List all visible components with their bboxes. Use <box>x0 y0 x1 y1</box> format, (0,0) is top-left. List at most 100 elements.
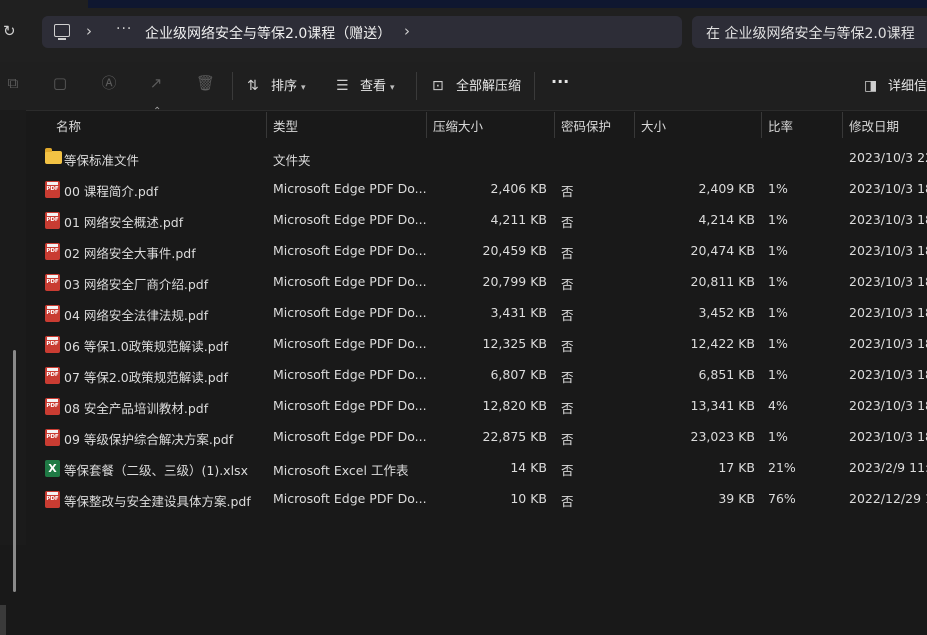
file-row[interactable]: 08 安全产品培训教材.pdf Microsoft Edge PDF Do... 1… <box>26 390 927 421</box>
toolbar-divider <box>534 72 535 100</box>
command-bar: ⧉ ▢ Ⓐ ↗ 🗑 ⇅ 排序 ▾ ☰ 查看 ▾ ⊡ 全部解压缩 ··· ◨ 详细信 <box>0 62 927 111</box>
navigation-scrollbar[interactable] <box>13 350 16 592</box>
column-divider[interactable] <box>634 112 635 138</box>
sort-button[interactable]: ⇅ 排序 ▾ <box>247 75 306 94</box>
share-icon[interactable]: ↗ <box>147 74 165 92</box>
file-name: 04 网络安全法律法规.pdf <box>64 308 209 323</box>
file-ratio: 1% <box>768 212 788 227</box>
view-button[interactable]: ☰ 查看 ▾ <box>336 75 395 94</box>
rename-icon[interactable]: Ⓐ <box>100 74 118 92</box>
column-header-name[interactable]: 名称 <box>56 116 81 135</box>
file-ratio: 1% <box>768 181 788 196</box>
pdf-icon <box>45 212 60 229</box>
column-divider[interactable] <box>761 112 762 138</box>
column-divider[interactable] <box>554 112 555 138</box>
extract-all-label: 全部解压缩 <box>456 79 522 94</box>
details-pane-icon: ◨ <box>864 78 878 94</box>
paste-icon[interactable]: ▢ <box>51 74 69 92</box>
file-row[interactable]: 04 网络安全法律法规.pdf Microsoft Edge PDF Do... 3… <box>26 297 927 328</box>
file-password-protected: 否 <box>561 463 574 478</box>
column-header-password[interactable]: 密码保护 <box>561 116 611 135</box>
file-password-protected: 否 <box>561 432 574 447</box>
file-row[interactable]: 00 课程简介.pdf Microsoft Edge PDF Do... 2,406… <box>26 173 927 204</box>
file-compressed-size: 14 KB <box>510 460 547 475</box>
file-row[interactable]: 等保套餐（二级、三级）(1).xlsx Microsoft Excel 工作表 14… <box>26 452 927 483</box>
extract-all-button[interactable]: ⊡ 全部解压缩 <box>432 75 521 94</box>
file-row[interactable]: 等保标准文件 文件夹 2023/10/3 22 <box>26 142 927 173</box>
chevron-right-icon[interactable]: › <box>86 22 92 40</box>
pdf-icon <box>45 305 60 322</box>
file-ratio: 1% <box>768 274 788 289</box>
file-name: 08 安全产品培训教材.pdf <box>64 401 209 416</box>
column-header-modified[interactable]: 修改日期 <box>849 116 899 135</box>
file-modified-date: 2023/10/3 18 <box>849 367 927 382</box>
file-password-protected: 否 <box>561 370 574 385</box>
file-ratio: 1% <box>768 243 788 258</box>
file-modified-date: 2023/2/9 11:0 <box>849 460 927 475</box>
column-header-size[interactable]: 大小 <box>641 116 666 135</box>
file-size: 17 KB <box>718 460 755 475</box>
delete-icon[interactable]: 🗑 <box>196 74 215 92</box>
file-row[interactable]: 等保整改与安全建设具体方案.pdf Microsoft Edge PDF Do..… <box>26 483 927 514</box>
file-modified-date: 2022/12/29 1 <box>849 491 927 506</box>
details-pane-button[interactable]: ◨ 详细信 <box>864 75 927 94</box>
extract-icon: ⊡ <box>432 78 444 94</box>
this-pc-icon[interactable] <box>54 24 70 40</box>
refresh-icon[interactable]: ↻ <box>3 22 16 40</box>
file-row[interactable]: 02 网络安全大事件.pdf Microsoft Edge PDF Do... 20… <box>26 235 927 266</box>
file-ratio: 1% <box>768 429 788 444</box>
file-password-protected: 否 <box>561 401 574 416</box>
file-row[interactable]: 07 等保2.0政策规范解读.pdf Microsoft Edge PDF Do.… <box>26 359 927 390</box>
search-box[interactable]: 在 企业级网络安全与等保2.0课程 <box>692 16 927 48</box>
toolbar-divider <box>232 72 233 100</box>
file-ratio: 1% <box>768 305 788 320</box>
column-divider[interactable] <box>842 112 843 138</box>
file-ratio: 1% <box>768 336 788 351</box>
file-modified-date: 2023/10/3 18 <box>849 305 927 320</box>
file-modified-date: 2023/10/3 18 <box>849 243 927 258</box>
file-type: Microsoft Edge PDF Do... <box>273 181 427 196</box>
file-compressed-size: 20,459 KB <box>482 243 547 258</box>
file-size: 12,422 KB <box>690 336 755 351</box>
file-name: 01 网络安全概述.pdf <box>64 215 184 230</box>
breadcrumb-current-folder[interactable]: 企业级网络安全与等保2.0课程（赠送） <box>145 23 391 43</box>
file-type: Microsoft Excel 工作表 <box>273 463 409 478</box>
pdf-icon <box>45 367 60 384</box>
breadcrumb-overflow-button[interactable]: ··· <box>116 21 132 37</box>
file-type: 文件夹 <box>273 153 311 168</box>
file-name: 00 课程简介.pdf <box>64 184 159 199</box>
navigation-selected-item[interactable] <box>0 605 6 635</box>
file-modified-date: 2023/10/3 18 <box>849 212 927 227</box>
file-ratio: 76% <box>768 491 796 506</box>
file-compressed-size: 12,325 KB <box>482 336 547 351</box>
file-password-protected: 否 <box>561 308 574 323</box>
navigation-pane[interactable] <box>0 110 26 635</box>
column-header-ratio[interactable]: 比率 <box>768 116 793 135</box>
search-input[interactable]: 在 企业级网络安全与等保2.0课程 <box>706 23 915 43</box>
copy-path-icon[interactable]: ⧉ <box>4 74 22 92</box>
file-row[interactable]: 09 等级保护综合解决方案.pdf Microsoft Edge PDF Do..… <box>26 421 927 452</box>
address-bar[interactable]: › ··· 企业级网络安全与等保2.0课程（赠送） › <box>42 16 682 48</box>
file-row[interactable]: 06 等保1.0政策规范解读.pdf Microsoft Edge PDF Do.… <box>26 328 927 359</box>
file-compressed-size: 3,431 KB <box>490 305 547 320</box>
file-row[interactable]: 03 网络安全厂商介绍.pdf Microsoft Edge PDF Do... 2… <box>26 266 927 297</box>
file-type: Microsoft Edge PDF Do... <box>273 274 427 289</box>
file-type: Microsoft Edge PDF Do... <box>273 243 427 258</box>
column-divider[interactable] <box>266 112 267 138</box>
title-bar: ↻ › ··· 企业级网络安全与等保2.0课程（赠送） › 在 企业级网络安全与… <box>0 0 927 62</box>
file-name: 03 网络安全厂商介绍.pdf <box>64 277 209 292</box>
file-name: 06 等保1.0政策规范解读.pdf <box>64 339 229 354</box>
details-label: 详细信 <box>888 79 927 94</box>
more-options-button[interactable]: ··· <box>551 72 569 91</box>
file-type: Microsoft Edge PDF Do... <box>273 212 427 227</box>
chevron-right-icon[interactable]: › <box>404 22 410 40</box>
file-compressed-size: 6,807 KB <box>490 367 547 382</box>
view-label: 查看 <box>360 79 387 94</box>
column-divider[interactable] <box>426 112 427 138</box>
folder-icon <box>45 148 62 164</box>
file-size: 3,452 KB <box>698 305 755 320</box>
file-row[interactable]: 01 网络安全概述.pdf Microsoft Edge PDF Do... 4,2… <box>26 204 927 235</box>
file-type: Microsoft Edge PDF Do... <box>273 305 427 320</box>
column-header-compressed-size[interactable]: 压缩大小 <box>433 116 483 135</box>
column-header-type[interactable]: 类型 <box>273 116 298 135</box>
